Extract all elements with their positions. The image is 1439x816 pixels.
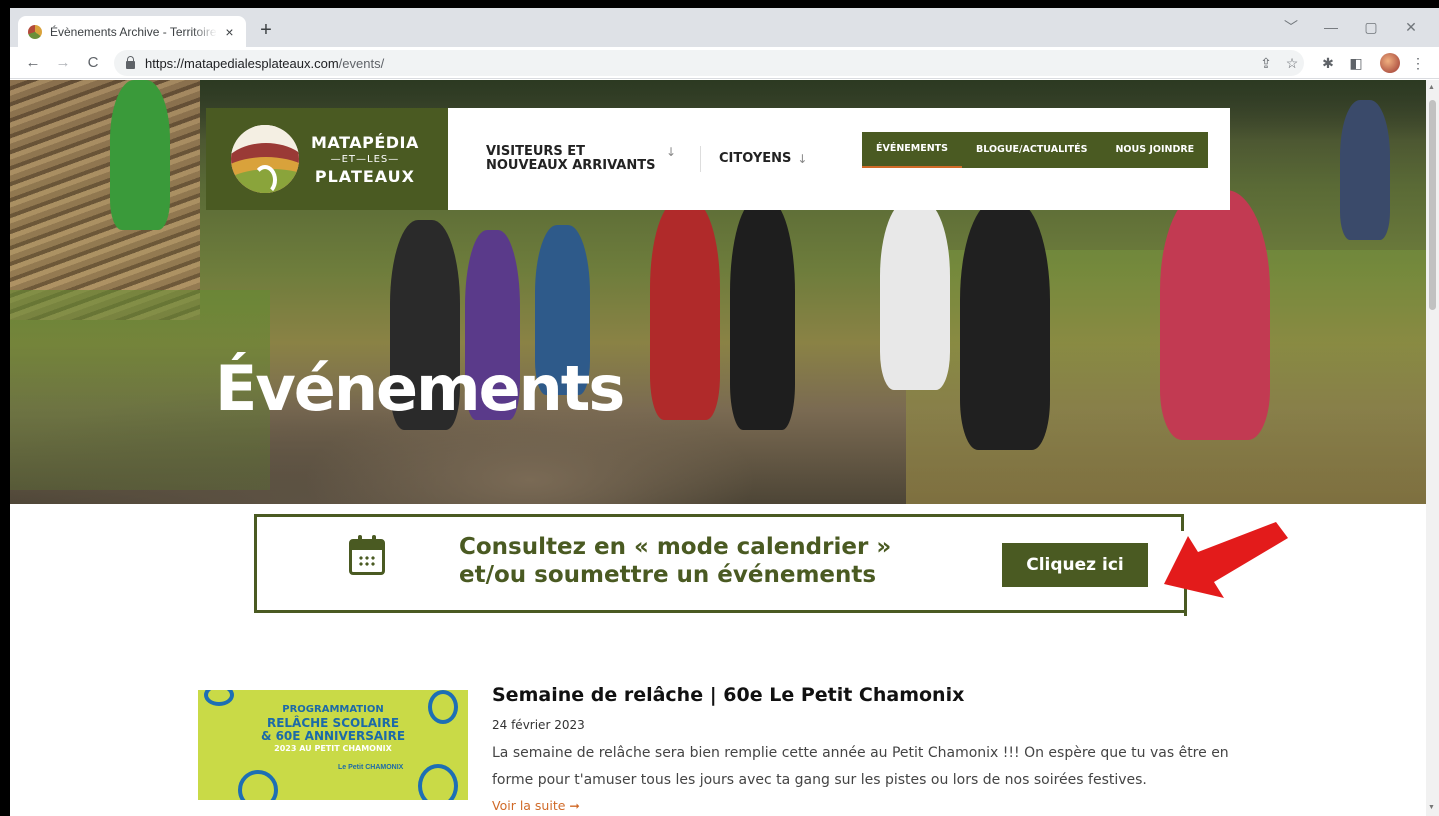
read-more-link[interactable]: Voir la suite ➞	[492, 798, 580, 813]
share-icon[interactable]: ⇪	[1256, 53, 1276, 73]
thumb-line3: & 60E ANNIVERSAIRE	[260, 729, 406, 743]
logo-landscape-icon	[231, 125, 299, 193]
side-panel-icon[interactable]: ◧	[1346, 53, 1366, 73]
nav-item-label: VISITEURS ET NOUVEAUX ARRIVANTS	[486, 144, 656, 173]
nav-item-visiteurs[interactable]: VISITEURS ET NOUVEAUX ARRIVANTS ↓	[486, 145, 682, 173]
runner-figure	[960, 200, 1050, 450]
runner-figure	[110, 80, 170, 230]
nav-nous-joindre[interactable]: NOUS JOINDRE	[1101, 132, 1208, 168]
page-title: Événements	[215, 352, 625, 425]
new-tab-button[interactable]: +	[254, 18, 278, 42]
tab-search-icon[interactable]: ﹀	[1276, 14, 1306, 40]
thumb-brand: Le Petit CHAMONIX	[338, 764, 404, 771]
browser-window: Évènements Archive - Territoire MRC × + …	[10, 8, 1439, 816]
nav-blogue[interactable]: BLOGUE/ACTUALITÉS	[962, 132, 1101, 168]
forward-icon[interactable]: →	[52, 51, 74, 75]
reload-icon[interactable]: C	[82, 51, 104, 75]
address-bar[interactable]: https://matapedialesplateaux.com/events/	[114, 50, 1304, 76]
cliquez-ici-button[interactable]: Cliquez ici	[1002, 543, 1148, 587]
logo-line1: MATAPÉDIA	[311, 132, 419, 152]
page-viewport: Événements MATAPÉDIA —ET—LES— PLATEAUX V…	[10, 80, 1426, 816]
scrollbar-thumb[interactable]	[1429, 100, 1436, 310]
callout-line1: Consultez en « mode calendrier »	[459, 534, 892, 560]
url-host: https://matapedialesplateaux.com	[145, 55, 339, 71]
event-description: La semaine de relâche sera bien remplie …	[492, 745, 1229, 788]
calendar-callout: Consultez en « mode calendrier » et/ou s…	[254, 514, 1187, 616]
profile-avatar[interactable]	[1380, 53, 1400, 73]
menu-kebab-icon[interactable]: ⋮	[1408, 53, 1428, 73]
extensions-icon[interactable]: ✱	[1318, 53, 1338, 73]
nav-divider	[700, 146, 701, 172]
runner-figure	[880, 200, 950, 390]
tab-strip: Évènements Archive - Territoire MRC × + …	[10, 8, 1439, 47]
nav-evenements[interactable]: ÉVÉNEMENTS	[862, 132, 962, 168]
url-text: https://matapedialesplateaux.com/events/	[145, 56, 384, 71]
site-logo[interactable]: MATAPÉDIA —ET—LES— PLATEAUX	[206, 108, 448, 210]
screen: Évènements Archive - Territoire MRC × + …	[0, 0, 1439, 816]
callout-line2: et/ou soumettre un événements	[459, 562, 877, 588]
browser-toolbar: ← → C https://matapedialesplateaux.com/e…	[10, 47, 1439, 79]
callout-text: Consultez en « mode calendrier » et/ou s…	[459, 533, 891, 589]
thumb-line4: 2023 AU PETIT CHAMONIX	[274, 744, 392, 753]
logo-line3: PLATEAUX	[314, 166, 415, 186]
page-scrollbar[interactable]: ▲ ▼	[1426, 80, 1439, 816]
red-arrow-annotation-icon	[1164, 522, 1288, 598]
scroll-up-icon[interactable]: ▲	[1428, 84, 1435, 91]
site-header: MATAPÉDIA —ET—LES— PLATEAUX VISITEURS ET…	[206, 108, 1230, 210]
secondary-nav: ÉVÉNEMENTS BLOGUE/ACTUALITÉS NOUS JOINDR…	[862, 132, 1209, 168]
tab-close-icon[interactable]: ×	[223, 24, 236, 40]
nav-item-label: CITOYENS	[719, 151, 792, 166]
browser-tab-active[interactable]: Évènements Archive - Territoire MRC ×	[18, 16, 246, 47]
bookmark-star-icon[interactable]: ☆	[1282, 53, 1302, 73]
runner-figure	[730, 200, 795, 430]
maximize-icon[interactable]: ▢	[1356, 14, 1386, 40]
event-thumbnail[interactable]: PROGRAMMATION RELÂCHE SCOLAIRE & 60E ANN…	[198, 690, 468, 800]
calendar-icon	[349, 535, 385, 575]
site-favicon-icon	[28, 24, 42, 39]
thumb-line1: PROGRAMMATION	[282, 704, 384, 715]
runner-figure	[1160, 190, 1270, 440]
minimize-icon[interactable]: —	[1316, 14, 1346, 40]
runner-figure	[650, 200, 720, 420]
window-close-icon[interactable]: ✕	[1396, 14, 1426, 40]
tab-title: Évènements Archive - Territoire MRC	[50, 24, 217, 39]
scroll-down-icon[interactable]: ▼	[1428, 804, 1435, 811]
thumb-line2: RELÂCHE SCOLAIRE	[266, 716, 400, 730]
dropdown-arrow-icon: ↓	[797, 152, 808, 166]
runner-figure	[1340, 100, 1390, 240]
logo-line2: —ET—LES—	[330, 153, 400, 165]
main-nav: VISITEURS ET NOUVEAUX ARRIVANTS ↓ CITOYE…	[448, 108, 807, 210]
hero-woodpile	[10, 80, 200, 320]
event-title-link[interactable]: Semaine de relâche | 60e Le Petit Chamon…	[492, 684, 964, 706]
dropdown-arrow-icon: ↓	[666, 145, 677, 159]
back-icon[interactable]: ←	[22, 51, 44, 75]
lock-icon	[126, 55, 135, 69]
event-date: 24 février 2023	[492, 718, 585, 732]
logo-wordmark: MATAPÉDIA —ET—LES— PLATEAUX	[311, 133, 419, 186]
nav-item-citoyens[interactable]: CITOYENS ↓	[719, 151, 808, 167]
url-path: /events/	[338, 55, 385, 71]
